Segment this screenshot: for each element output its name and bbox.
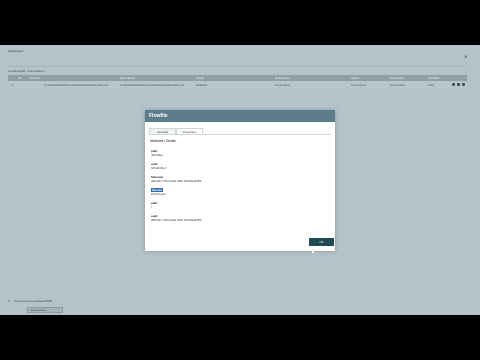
flowfile-dialog: Flowfile General Properties Attributes /… — [145, 110, 335, 251]
info-icon[interactable] — [452, 83, 455, 86]
table-row[interactable]: 1 C:\Users\Public\Documents\Samples\Conf… — [8, 82, 467, 88]
row-cell: 1 — [12, 83, 14, 87]
view-icon[interactable] — [457, 83, 460, 86]
table-header: ID Source Description Target Description… — [8, 75, 467, 81]
tab-divider — [149, 134, 331, 135]
column-header[interactable]: Modified — [428, 76, 439, 80]
delete-icon[interactable] — [462, 83, 465, 86]
status-text: Connected to localhost:8080 — [14, 299, 53, 303]
refresh-icon[interactable]: ⟳ — [8, 299, 11, 303]
dialog-header: Flowfile — [145, 110, 335, 122]
close-icon[interactable]: × — [464, 55, 468, 61]
attribute-value[interactable]: 1024 bytes — [151, 192, 166, 196]
attribute-value[interactable]: a8f4d27-7f34-4e8e-9f3f-7b0c5da1f8f2 — [151, 179, 202, 183]
row-cell: Connected — [390, 83, 405, 87]
row-cell: C:\Users\Public\Documents\Samples\Config… — [120, 83, 185, 87]
application-screen: Dashboard Localhost 80 - Connections × I… — [0, 45, 480, 315]
status-bar: ⟳ Connected to localhost:8080 — [8, 299, 188, 304]
row-cell: Connected — [351, 83, 366, 87]
column-header[interactable]: Description — [390, 76, 405, 80]
attribute-value[interactable]: / — [151, 205, 157, 209]
row-cell: Enabled — [196, 83, 208, 87]
row-cell: C:\Users\Public\Documents\Samples\Config… — [44, 83, 109, 87]
attribute-value[interactable]: f27a9c4b-0 — [151, 166, 166, 170]
column-header[interactable]: Source — [30, 76, 40, 80]
section-title: Attributes / Details — [150, 139, 176, 143]
column-header[interactable]: Description — [120, 76, 135, 80]
attribute-filename: filename a8f4d27-7f34-4e8e-9f3f-7b0c5da1… — [151, 175, 202, 183]
dialog-title: Flowfile — [149, 113, 168, 119]
divider — [8, 66, 467, 67]
attribute-uuid: uuid f27a9c4b-0 — [151, 162, 166, 170]
row-cell: Connected — [275, 83, 290, 87]
attribute-value[interactable]: /Flowfile/ — [151, 153, 163, 157]
page-subtitle: Localhost 80 - Connections — [8, 69, 45, 73]
footer-tab-label: Connections — [30, 308, 47, 312]
row-actions — [452, 83, 465, 86]
attribute-value[interactable]: a8f4d27-7f34-4e8e-9f3f-7b0c5da1f8f2 — [151, 218, 202, 222]
breadcrumb[interactable]: Dashboard — [8, 49, 23, 53]
row-cell: 1/12 — [428, 83, 434, 87]
column-header[interactable]: Status — [351, 76, 360, 80]
footer-tab[interactable]: Connections — [27, 307, 63, 313]
column-header[interactable]: Description — [275, 76, 290, 80]
attribute-path-2: path / — [151, 201, 157, 209]
attribute-filesize: filesize 1024 bytes — [151, 188, 166, 196]
attribute-path: path /Flowfile/ — [151, 149, 163, 157]
attribute-uuid-2: uuid a8f4d27-7f34-4e8e-9f3f-7b0c5da1f8f2 — [151, 214, 202, 222]
ok-button[interactable]: OK — [309, 238, 334, 246]
column-header[interactable]: ID — [18, 76, 21, 80]
column-header[interactable]: Target — [196, 76, 204, 80]
